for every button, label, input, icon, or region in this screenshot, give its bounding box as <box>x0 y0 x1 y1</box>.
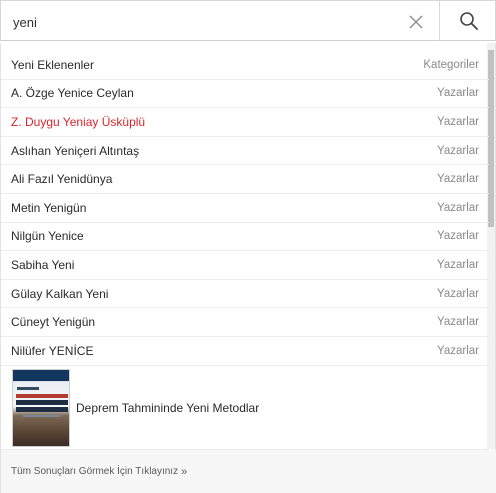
result-list: Yeni Eklenenler Kategoriler A. Özge Yeni… <box>1 51 489 366</box>
result-type: Yazarlar <box>437 201 479 214</box>
result-name: Gülay Kalkan Yeni <box>11 286 109 301</box>
result-type: Yazarlar <box>437 87 479 100</box>
book-cover-image <box>12 368 70 447</box>
result-row[interactable]: Sabiha Yeni Yazarlar <box>1 251 489 280</box>
search-divider <box>439 1 440 41</box>
double-chevron-right-icon: » <box>181 465 188 478</box>
result-type: Yazarlar <box>437 287 479 300</box>
product-title: Deprem Tahmininde Yeni Metodlar <box>76 400 260 415</box>
all-results-link[interactable]: Tüm Sonuçları Görmek İçin Tıklayınız » <box>1 450 496 493</box>
result-row[interactable]: Ali Fazıl Yenidünya Yazarlar <box>1 165 489 194</box>
all-results-label: Tüm Sonuçları Görmek İçin Tıklayınız <box>11 466 179 477</box>
search-bar <box>0 0 496 41</box>
result-type: Yazarlar <box>437 173 479 186</box>
result-row[interactable]: A. Özge Yenice Ceylan Yazarlar <box>1 80 489 109</box>
close-icon <box>409 15 423 29</box>
clear-search-button[interactable] <box>403 10 429 34</box>
result-type: Yazarlar <box>437 115 479 128</box>
result-name: Metin Yenigün <box>11 200 87 215</box>
magnifier-icon <box>460 12 478 30</box>
result-type: Yazarlar <box>437 144 479 157</box>
result-row[interactable]: Aslıhan Yeniçeri Altıntaş Yazarlar <box>1 137 489 166</box>
result-name: Ali Fazıl Yenidünya <box>11 172 113 187</box>
category-row[interactable]: Yeni Eklenenler Kategoriler <box>1 51 489 80</box>
result-row[interactable]: Z. Duygu Yeniay Üsküplü Yazarlar <box>1 108 489 137</box>
result-type: Yazarlar <box>437 344 479 357</box>
result-name: Aslıhan Yeniçeri Altıntaş <box>11 143 140 158</box>
result-name: Nilgün Yenice <box>11 229 84 244</box>
search-suggestions-dropdown: Yeni Eklenenler Kategoriler A. Özge Yeni… <box>0 43 496 493</box>
category-type: Kategoriler <box>423 58 479 71</box>
result-type: Yazarlar <box>437 230 479 243</box>
result-name: Z. Duygu Yeniay Üsküplü <box>11 114 146 129</box>
result-row[interactable]: Metin Yenigün Yazarlar <box>1 194 489 223</box>
result-row[interactable]: Gülay Kalkan Yeni Yazarlar <box>1 280 489 309</box>
search-button[interactable] <box>449 7 489 35</box>
result-type: Yazarlar <box>437 258 479 271</box>
result-row[interactable]: Nilgün Yenice Yazarlar <box>1 223 489 252</box>
result-type: Yazarlar <box>437 316 479 329</box>
result-name: A. Özge Yenice Ceylan <box>11 86 134 101</box>
result-name: Sabiha Yeni <box>11 257 75 272</box>
product-result[interactable]: Deprem Tahmininde Yeni Metodlar <box>1 366 489 450</box>
category-label: Yeni Eklenenler <box>11 57 94 72</box>
result-name: Cüneyt Yenigün <box>11 315 96 330</box>
result-row[interactable]: Cüneyt Yenigün Yazarlar <box>1 308 489 337</box>
result-name: Nilüfer YENİCE <box>11 343 94 358</box>
search-input[interactable] <box>13 12 393 32</box>
result-row[interactable]: Nilüfer YENİCE Yazarlar <box>1 337 489 366</box>
